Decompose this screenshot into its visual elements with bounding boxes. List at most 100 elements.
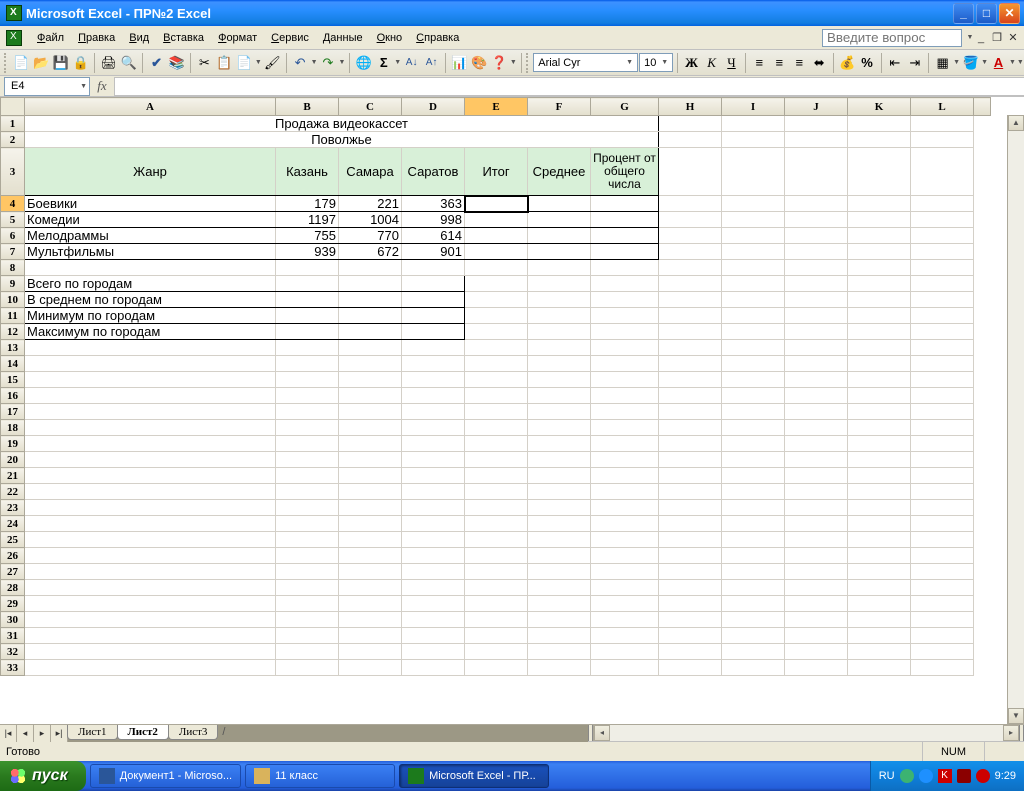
cell-H6[interactable] [659,228,722,244]
cell-D26[interactable] [402,548,465,564]
cell-D15[interactable] [402,372,465,388]
cell-L28[interactable] [911,580,974,596]
cell-D33[interactable] [402,660,465,676]
cell-C25[interactable] [339,532,402,548]
cell-C18[interactable] [339,420,402,436]
cell-K23[interactable] [848,500,911,516]
percent-button[interactable]: % [858,52,877,74]
cell-E25[interactable] [465,532,528,548]
cell-B29[interactable] [276,596,339,612]
cell-J24[interactable] [785,516,848,532]
cell-F32[interactable] [528,644,591,660]
cell-E15[interactable] [465,372,528,388]
cell-F20[interactable] [528,452,591,468]
paste-button[interactable]: 📄 [235,52,254,74]
cell-C31[interactable] [339,628,402,644]
cell-A15[interactable] [25,372,276,388]
hscroll-split-handle[interactable] [1019,725,1024,741]
format-painter-button[interactable]: 🖌 [263,52,282,74]
cell-L1[interactable] [911,116,974,132]
tray-icon[interactable]: K [938,769,952,783]
cell-G12[interactable] [591,324,659,340]
cell-D7[interactable]: 901 [402,244,465,260]
cell-G21[interactable] [591,468,659,484]
cell-F18[interactable] [528,420,591,436]
cell-L14[interactable] [911,356,974,372]
cell-H23[interactable] [659,500,722,516]
cell-I11[interactable] [722,308,785,324]
cell-L11[interactable] [911,308,974,324]
horizontal-scrollbar[interactable]: ◂ ▸ [593,725,1019,741]
chart-button[interactable]: 📊 [450,52,469,74]
increase-indent-button[interactable]: ⇥ [905,52,924,74]
cell-E12[interactable] [465,324,528,340]
cell-F24[interactable] [528,516,591,532]
row-header-29[interactable]: 29 [1,596,25,612]
cell-C17[interactable] [339,404,402,420]
cell-A18[interactable] [25,420,276,436]
cell-C11[interactable] [339,308,402,324]
cell-G16[interactable] [591,388,659,404]
cell-E22[interactable] [465,484,528,500]
underline-button[interactable]: Ч [722,52,741,74]
cell-C15[interactable] [339,372,402,388]
cell-L23[interactable] [911,500,974,516]
cell-L30[interactable] [911,612,974,628]
cell-F12[interactable] [528,324,591,340]
column-header-I[interactable]: I [722,98,785,116]
cell-B10[interactable] [276,292,339,308]
cell-H31[interactable] [659,628,722,644]
cell-G17[interactable] [591,404,659,420]
fx-icon[interactable]: fx [90,78,114,94]
column-header-F[interactable]: F [528,98,591,116]
cell-B14[interactable] [276,356,339,372]
column-header-K[interactable]: K [848,98,911,116]
cell-G26[interactable] [591,548,659,564]
cell-F10[interactable] [528,292,591,308]
cell-I2[interactable] [722,132,785,148]
cell-J2[interactable] [785,132,848,148]
cell-F30[interactable] [528,612,591,628]
cell-K10[interactable] [848,292,911,308]
cell-I4[interactable] [722,196,785,212]
undo-button[interactable]: ↶ [291,52,310,74]
cell-A4[interactable]: Боевики [25,196,276,212]
cell-F19[interactable] [528,436,591,452]
row-header-5[interactable]: 5 [1,212,25,228]
cell-E5[interactable] [465,212,528,228]
cell-E31[interactable] [465,628,528,644]
cell-I28[interactable] [722,580,785,596]
cell-B19[interactable] [276,436,339,452]
sheet-tab-Лист2[interactable]: Лист2 [117,725,169,740]
cell-I21[interactable] [722,468,785,484]
cell-I10[interactable] [722,292,785,308]
cell-C23[interactable] [339,500,402,516]
cell-D13[interactable] [402,340,465,356]
cell-L20[interactable] [911,452,974,468]
row-header-19[interactable]: 19 [1,436,25,452]
cell-F17[interactable] [528,404,591,420]
cell-H19[interactable] [659,436,722,452]
cell-I17[interactable] [722,404,785,420]
cell-K28[interactable] [848,580,911,596]
cell-B32[interactable] [276,644,339,660]
cell-D25[interactable] [402,532,465,548]
cell-J26[interactable] [785,548,848,564]
cell-J18[interactable] [785,420,848,436]
document-icon[interactable] [6,30,22,46]
cell-L32[interactable] [911,644,974,660]
font-name-select[interactable]: Arial Cyr▼ [533,53,638,72]
cell-I6[interactable] [722,228,785,244]
cell-K19[interactable] [848,436,911,452]
cell-K20[interactable] [848,452,911,468]
decrease-indent-button[interactable]: ⇤ [885,52,904,74]
cell-K22[interactable] [848,484,911,500]
cell-B33[interactable] [276,660,339,676]
cell-I15[interactable] [722,372,785,388]
cell-I16[interactable] [722,388,785,404]
cell-B26[interactable] [276,548,339,564]
cell-J32[interactable] [785,644,848,660]
cell-I8[interactable] [722,260,785,276]
row-header-4[interactable]: 4 [1,196,25,212]
vertical-scrollbar[interactable]: ▲ ▼ [1007,115,1024,724]
